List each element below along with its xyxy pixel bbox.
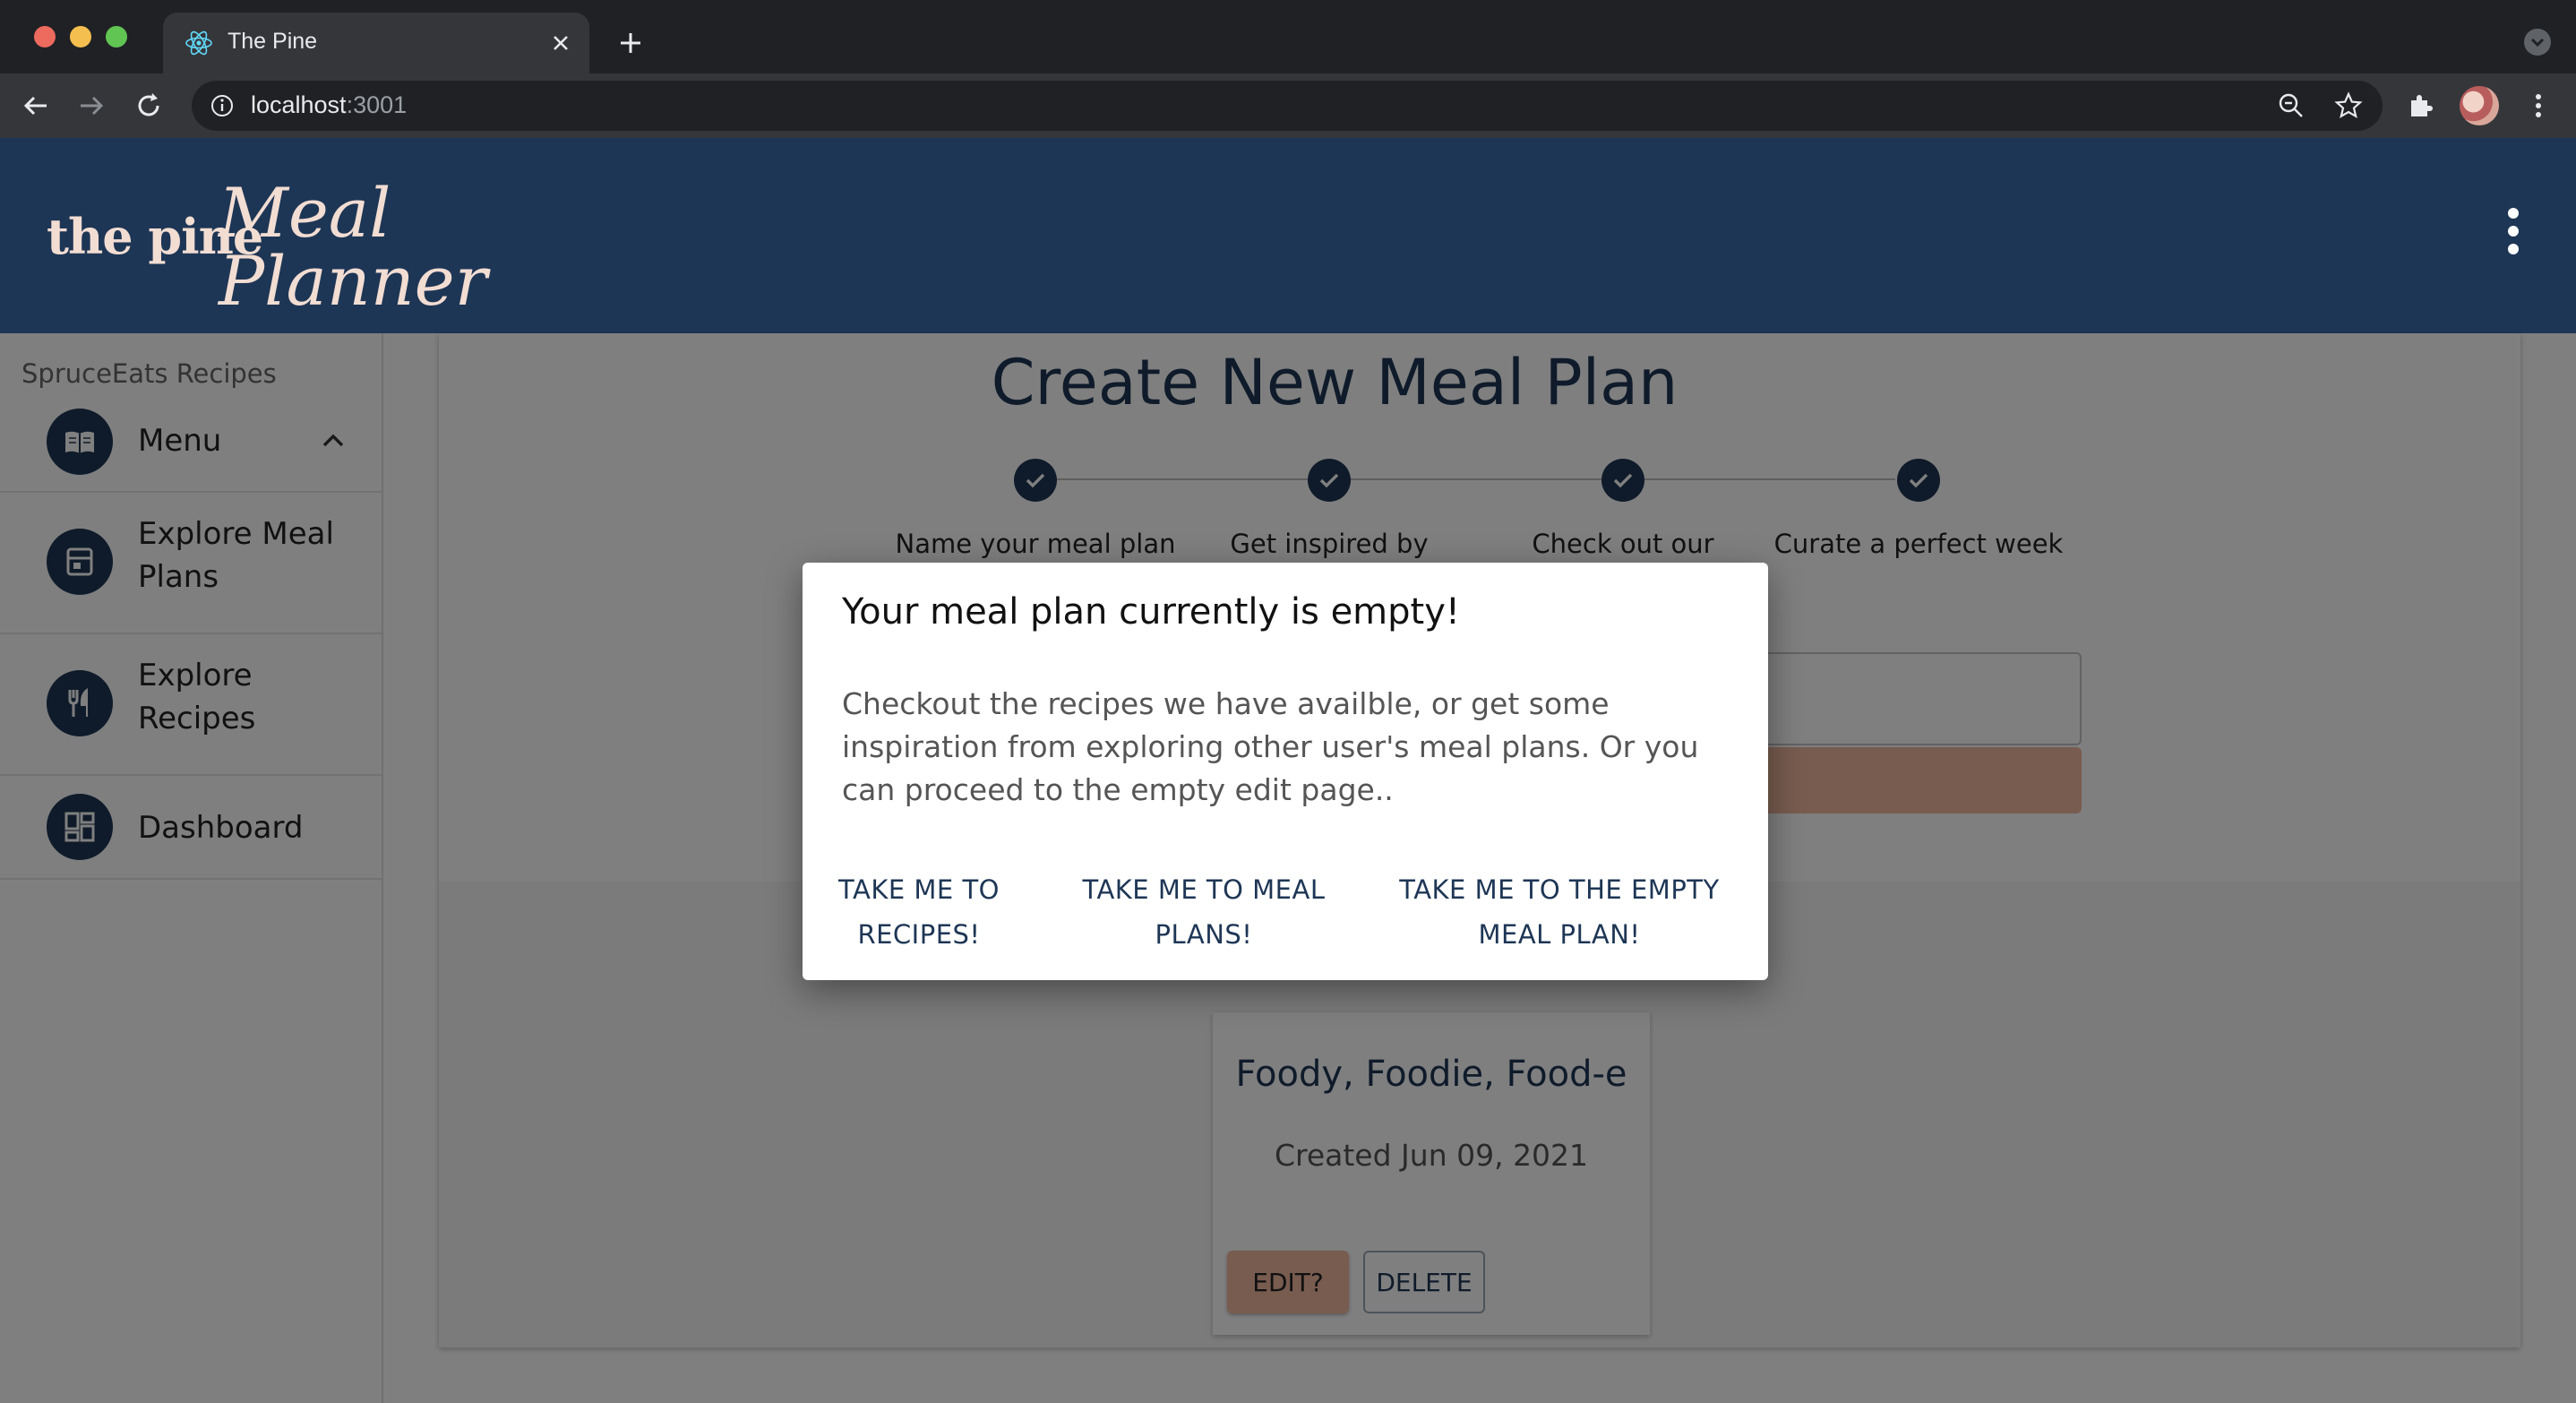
dialog-message: Checkout the recipes we have availble, o…	[842, 686, 1699, 807]
empty-meal-plan-dialog: Your meal plan currently is empty! Check…	[803, 563, 1768, 980]
url-text: localhost:3001	[251, 91, 408, 118]
app-header: the pine Meal Planner	[0, 138, 2576, 333]
maximize-window-button[interactable]	[106, 26, 127, 47]
browser-tab-bar: The Pine	[0, 0, 2576, 73]
back-arrow-icon[interactable]	[20, 90, 52, 122]
more-menu-icon[interactable]	[2495, 208, 2531, 262]
address-bar[interactable]: localhost:3001	[192, 81, 2383, 131]
react-logo-icon	[185, 30, 212, 56]
browser-tab[interactable]: The Pine	[163, 13, 589, 73]
reload-icon[interactable]	[133, 90, 165, 122]
dialog-title: Your meal plan currently is empty!	[842, 591, 1460, 633]
tab-title: The Pine	[228, 29, 318, 54]
go-to-recipes-button[interactable]: TAKE ME TO RECIPES!	[824, 867, 1014, 957]
browser-toolbar: localhost:3001	[0, 73, 2576, 138]
minimize-window-button[interactable]	[70, 26, 91, 47]
go-to-empty-meal-plan-button[interactable]: TAKE ME TO THE EMPTY MEAL PLAN!	[1376, 867, 1743, 957]
profile-avatar[interactable]	[2460, 86, 2499, 125]
logo-script[interactable]: Meal Planner	[219, 172, 487, 323]
forward-arrow-icon[interactable]	[75, 90, 107, 122]
close-tab-icon[interactable]	[550, 32, 571, 54]
go-to-meal-plans-button[interactable]: TAKE ME TO MEAL PLANS!	[1046, 867, 1361, 957]
tab-search-icon[interactable]	[2524, 29, 2551, 56]
site-info-icon[interactable]	[210, 93, 235, 118]
close-window-button[interactable]	[34, 26, 56, 47]
extensions-puzzle-icon[interactable]	[2404, 90, 2436, 122]
bookmark-star-icon[interactable]	[2334, 91, 2363, 120]
browser-menu-icon[interactable]	[2522, 90, 2555, 122]
new-tab-icon[interactable]	[616, 29, 645, 57]
zoom-icon[interactable]	[2277, 91, 2306, 120]
